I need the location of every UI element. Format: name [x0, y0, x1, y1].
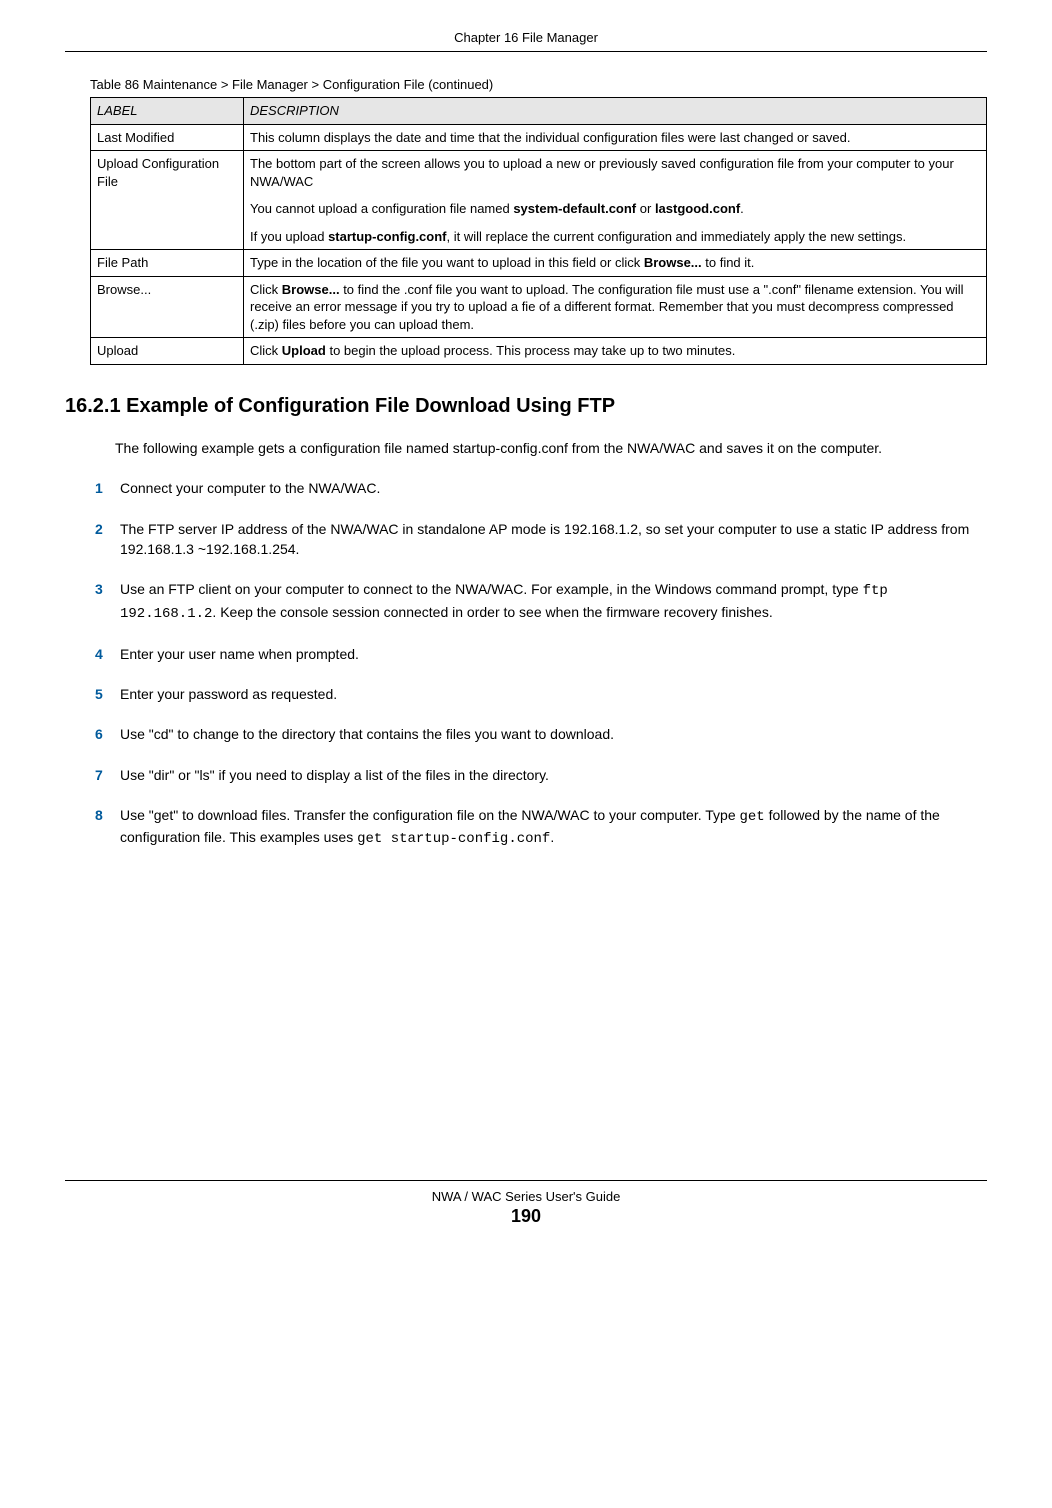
steps-list: Connect your computer to the NWA/WAC. Th… [95, 478, 987, 849]
text: to begin the upload process. This proces… [326, 343, 735, 358]
text: to find it. [702, 255, 755, 270]
table-row: File Path Type in the location of the fi… [91, 250, 987, 277]
text: If you upload [250, 229, 328, 244]
text: Click [250, 343, 282, 358]
section-intro: The following example gets a configurati… [115, 438, 987, 458]
desc-paragraph: You cannot upload a configuration file n… [250, 200, 980, 218]
text: . Keep the console session connected in … [212, 604, 772, 620]
cell-label: File Path [91, 250, 244, 277]
desc-paragraph: The bottom part of the screen allows you… [250, 155, 980, 190]
cell-desc: The bottom part of the screen allows you… [244, 151, 987, 250]
cell-desc: This column displays the date and time t… [244, 124, 987, 151]
cell-desc: Type in the location of the file you wan… [244, 250, 987, 277]
cell-label: Upload Configuration File [91, 151, 244, 250]
step-item: Use an FTP client on your computer to co… [95, 579, 987, 624]
section-heading: 16.2.1 Example of Configuration File Dow… [65, 395, 987, 418]
text: Type in the location of the file you wan… [250, 255, 644, 270]
cell-label: Upload [91, 338, 244, 365]
step-item: Use "cd" to change to the directory that… [95, 724, 987, 744]
table-row: Upload Click Upload to begin the upload … [91, 338, 987, 365]
config-file-table: LABEL DESCRIPTION Last Modified This col… [90, 97, 987, 365]
th-description: DESCRIPTION [244, 98, 987, 125]
text: or [636, 201, 655, 216]
text: Use "get" to download files. Transfer th… [120, 807, 740, 823]
cell-label: Browse... [91, 276, 244, 338]
step-item: Connect your computer to the NWA/WAC. [95, 478, 987, 498]
step-item: Enter your user name when prompted. [95, 644, 987, 664]
footer-page-number: 190 [65, 1206, 987, 1227]
code-text: get [740, 809, 765, 825]
text: to find the .conf file you want to uploa… [250, 282, 964, 332]
step-item: Enter your password as requested. [95, 684, 987, 704]
cell-desc: Click Upload to begin the upload process… [244, 338, 987, 365]
code-text: get startup-config.conf [357, 831, 550, 847]
bold-text: Browse... [644, 255, 702, 270]
text: . [550, 829, 554, 845]
chapter-header: Chapter 16 File Manager [65, 30, 987, 52]
text: . [740, 201, 744, 216]
bold-text: system-default.conf [513, 201, 636, 216]
step-item: Use "dir" or "ls" if you need to display… [95, 765, 987, 785]
text: , it will replace the current configurat… [447, 229, 907, 244]
bold-text: lastgood.conf [655, 201, 740, 216]
text: Use an FTP client on your computer to co… [120, 581, 863, 597]
text: Click [250, 282, 282, 297]
table-caption: Table 86 Maintenance > File Manager > Co… [65, 77, 987, 92]
page-footer: NWA / WAC Series User's Guide 190 [65, 1180, 987, 1227]
bold-text: Browse... [282, 282, 340, 297]
text: You cannot upload a configuration file n… [250, 201, 513, 216]
th-label: LABEL [91, 98, 244, 125]
step-item: Use "get" to download files. Transfer th… [95, 805, 987, 850]
table-row: Upload Configuration File The bottom par… [91, 151, 987, 250]
cell-desc: Click Browse... to find the .conf file y… [244, 276, 987, 338]
table-row: Browse... Click Browse... to find the .c… [91, 276, 987, 338]
bold-text: startup-config.conf [328, 229, 446, 244]
cell-label: Last Modified [91, 124, 244, 151]
table-row: Last Modified This column displays the d… [91, 124, 987, 151]
step-item: The FTP server IP address of the NWA/WAC… [95, 519, 987, 560]
footer-title: NWA / WAC Series User's Guide [65, 1189, 987, 1204]
bold-text: Upload [282, 343, 326, 358]
desc-paragraph: If you upload startup-config.conf, it wi… [250, 228, 980, 246]
